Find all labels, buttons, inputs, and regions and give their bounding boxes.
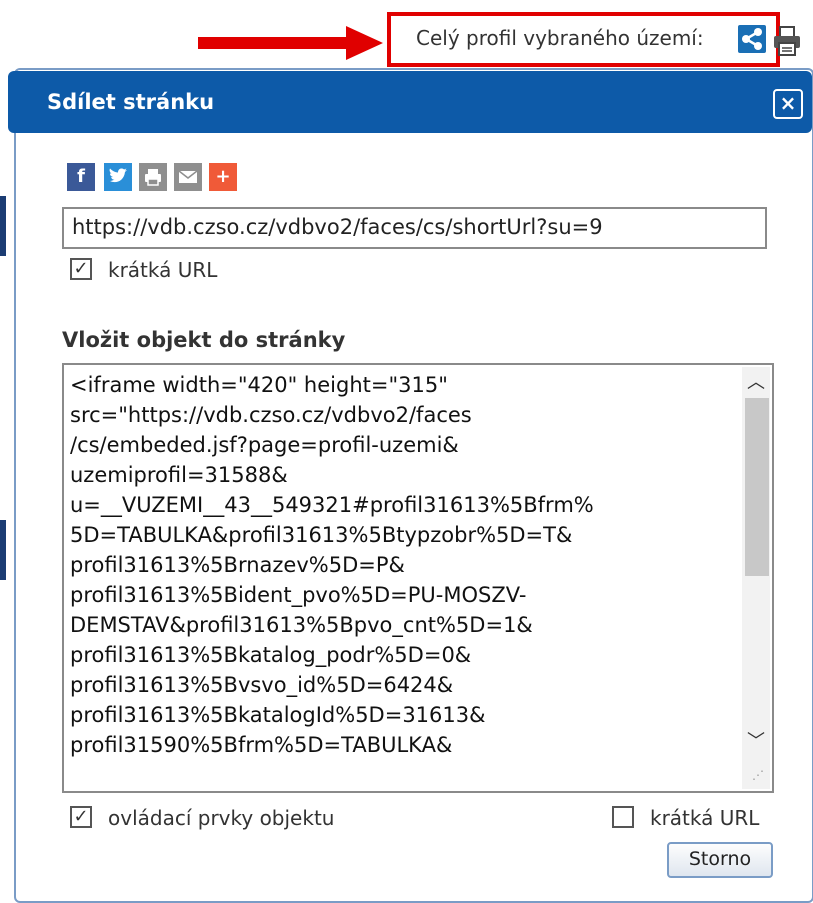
dialog-title: Sdílet stránku [47, 90, 215, 114]
profile-label: Celý profil vybraného území: [416, 26, 704, 50]
object-controls-checkbox[interactable]: ✓ [70, 806, 92, 828]
object-controls-label: ovládací prvky objektu [108, 806, 335, 830]
background-page-edge [0, 520, 6, 580]
embed-heading: Vložit objekt do stránky [62, 328, 346, 352]
share-url-input[interactable]: https://vdb.czso.cz/vdbvo2/faces/cs/shor… [62, 207, 767, 249]
embed-short-url-checkbox[interactable] [612, 806, 634, 828]
cancel-button[interactable]: Storno [667, 842, 773, 878]
short-url-checkbox[interactable]: ✓ [70, 258, 92, 280]
twitter-icon[interactable] [104, 163, 132, 191]
embed-code-text: <iframe width="420" height="315" src="ht… [70, 373, 594, 757]
annotation-arrow-icon [198, 26, 383, 60]
more-share-icon[interactable]: + [209, 163, 237, 191]
embed-short-url-label: krátká URL [650, 806, 760, 830]
print-page-icon[interactable] [139, 163, 167, 191]
scroll-down-icon[interactable]: ﹀ [742, 729, 770, 755]
email-icon[interactable] [174, 163, 202, 191]
scroll-up-icon[interactable]: ︿ [742, 370, 770, 396]
close-button[interactable]: × [773, 89, 803, 119]
short-url-label: krátká URL [108, 258, 218, 282]
print-icon[interactable] [772, 25, 802, 57]
background-page-edge [0, 196, 6, 256]
share-icon[interactable] [738, 25, 766, 53]
resize-grip-icon[interactable]: ⋰ [752, 768, 766, 782]
facebook-icon[interactable]: f [67, 163, 95, 191]
scrollbar-thumb[interactable] [745, 398, 769, 576]
